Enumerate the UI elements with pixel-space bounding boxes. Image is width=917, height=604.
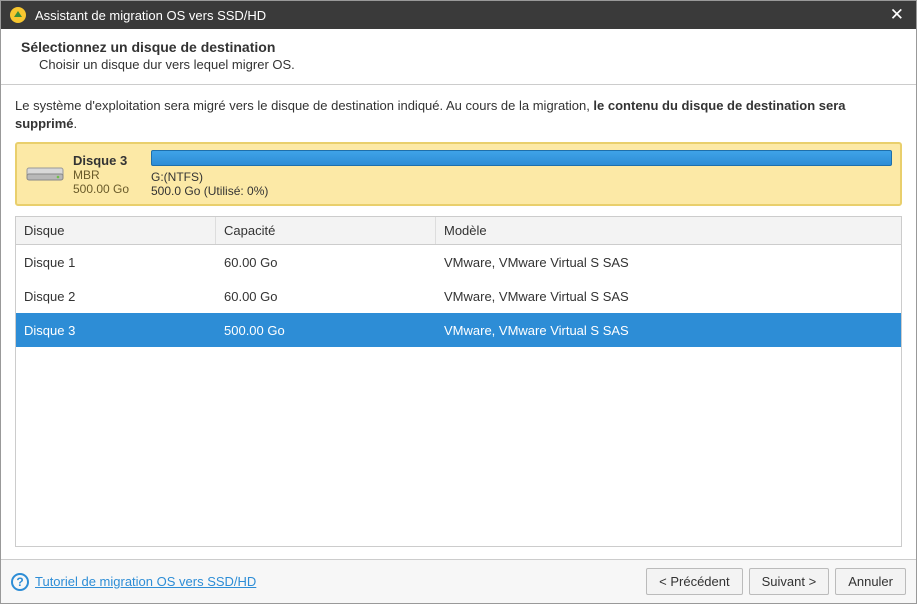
table-header: Disque Capacité Modèle [16,217,901,245]
next-button[interactable]: Suivant > [749,568,830,595]
page-heading: Sélectionnez un disque de destination [21,39,896,55]
close-icon[interactable]: ✕ [886,5,908,25]
footer: ? Tutoriel de migration OS vers SSD/HD <… [1,559,916,603]
cell-disk: Disque 3 [16,317,216,344]
titlebar: Assistant de migration OS vers SSD/HD ✕ [1,1,916,29]
page-subheading: Choisir un disque dur vers lequel migrer… [39,57,896,72]
disk-size: 500.00 Go [73,182,143,196]
warning-post: . [74,116,78,131]
disk-table: Disque Capacité Modèle Disque 1 60.00 Go… [15,216,902,547]
th-model[interactable]: Modèle [436,217,901,244]
cancel-button[interactable]: Annuler [835,568,906,595]
cell-disk: Disque 1 [16,249,216,276]
cell-capacity: 60.00 Go [216,283,436,310]
tutorial-link[interactable]: Tutoriel de migration OS vers SSD/HD [35,574,256,589]
warning-pre: Le système d'exploitation sera migré ver… [15,98,593,113]
window-title: Assistant de migration OS vers SSD/HD [35,8,886,23]
destination-disk-preview: Disque 3 MBR 500.00 Go G:(NTFS) 500.0 Go… [15,142,902,206]
disk-drive-icon [25,150,65,198]
disk-usage-text: 500.0 Go (Utilisé: 0%) [151,184,892,198]
table-row[interactable]: Disque 3 500.00 Go VMware, VMware Virtua… [16,313,901,347]
help-icon: ? [11,573,29,591]
th-disk[interactable]: Disque [16,217,216,244]
back-button[interactable]: < Précédent [646,568,742,595]
cell-model: VMware, VMware Virtual S SAS [436,249,901,276]
disk-meta: Disque 3 MBR 500.00 Go [73,150,143,198]
th-capacity[interactable]: Capacité [216,217,436,244]
cell-model: VMware, VMware Virtual S SAS [436,317,901,344]
table-body: Disque 1 60.00 Go VMware, VMware Virtual… [16,245,901,546]
cell-capacity: 500.00 Go [216,317,436,344]
app-logo-icon [9,6,27,24]
cell-capacity: 60.00 Go [216,249,436,276]
warning-text: Le système d'exploitation sera migré ver… [15,97,902,132]
cell-disk: Disque 2 [16,283,216,310]
disk-bar-area: G:(NTFS) 500.0 Go (Utilisé: 0%) [151,150,892,198]
disk-partition-label: G:(NTFS) [151,170,892,184]
disk-usage-bar [151,150,892,166]
content-area: Le système d'exploitation sera migré ver… [1,85,916,559]
wizard-header: Sélectionnez un disque de destination Ch… [1,29,916,85]
cell-model: VMware, VMware Virtual S SAS [436,283,901,310]
table-row[interactable]: Disque 2 60.00 Go VMware, VMware Virtual… [16,279,901,313]
table-row[interactable]: Disque 1 60.00 Go VMware, VMware Virtual… [16,245,901,279]
disk-partition-type: MBR [73,168,143,182]
disk-name: Disque 3 [73,153,143,168]
